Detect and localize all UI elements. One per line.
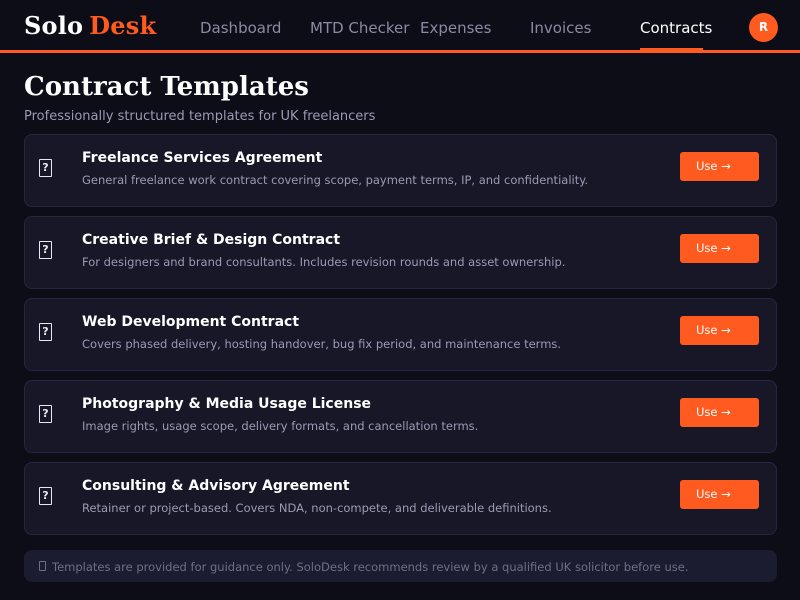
nav-contracts[interactable]: Contracts <box>640 19 712 37</box>
nav-dashboard[interactable]: Dashboard <box>200 19 281 37</box>
template-card-web-development: ? Web Development Contract Covers phased… <box>24 298 777 371</box>
template-title: Freelance Services Agreement <box>82 150 323 166</box>
use-template-button[interactable]: Use → <box>680 480 759 509</box>
page-title: Contract Templates <box>24 72 309 102</box>
template-card-freelance-services: ? Freelance Services Agreement General f… <box>24 134 777 207</box>
document-icon: ? <box>39 241 52 259</box>
use-template-button[interactable]: Use → <box>680 316 759 345</box>
template-card-creative-brief: ? Creative Brief & Design Contract For d… <box>24 216 777 289</box>
page-subtitle: Professionally structured templates for … <box>24 109 376 124</box>
document-icon: ? <box>39 323 52 341</box>
nav-expenses[interactable]: Expenses <box>420 19 491 37</box>
template-card-consulting-advisory: ? Consulting & Advisory Agreement Retain… <box>24 462 777 535</box>
disclaimer-text: Templates are provided for guidance only… <box>52 560 689 574</box>
disclaimer-banner: Templates are provided for guidance only… <box>24 550 777 582</box>
template-description: Covers phased delivery, hosting handover… <box>82 337 562 351</box>
template-description: Image rights, usage scope, delivery form… <box>82 419 479 433</box>
nav-active-indicator <box>640 48 703 51</box>
nav-invoices[interactable]: Invoices <box>530 19 591 37</box>
document-icon: ? <box>39 405 52 423</box>
template-title: Creative Brief & Design Contract <box>82 232 341 248</box>
template-description: For designers and brand consultants. Inc… <box>82 255 566 269</box>
user-avatar[interactable]: R <box>749 13 778 42</box>
template-description: Retainer or project-based. Covers NDA, n… <box>82 501 552 515</box>
brand-part-solo: Solo <box>24 11 84 40</box>
use-template-button[interactable]: Use → <box>680 398 759 427</box>
top-navbar: Solo Desk Dashboard MTD Checker Expenses … <box>0 0 800 53</box>
document-icon: ? <box>39 159 52 177</box>
template-title: Consulting & Advisory Agreement <box>82 478 350 494</box>
brand-part-desk: Desk <box>89 11 157 40</box>
nav-mtd-checker[interactable]: MTD Checker <box>310 19 409 37</box>
info-icon <box>39 561 46 571</box>
brand-logo[interactable]: Solo Desk <box>24 11 156 40</box>
template-title: Photography & Media Usage License <box>82 396 372 412</box>
template-description: General freelance work contract covering… <box>82 173 589 187</box>
document-icon: ? <box>39 487 52 505</box>
use-template-button[interactable]: Use → <box>680 152 759 181</box>
use-template-button[interactable]: Use → <box>680 234 759 263</box>
template-title: Web Development Contract <box>82 314 300 330</box>
template-card-photography-license: ? Photography & Media Usage License Imag… <box>24 380 777 453</box>
